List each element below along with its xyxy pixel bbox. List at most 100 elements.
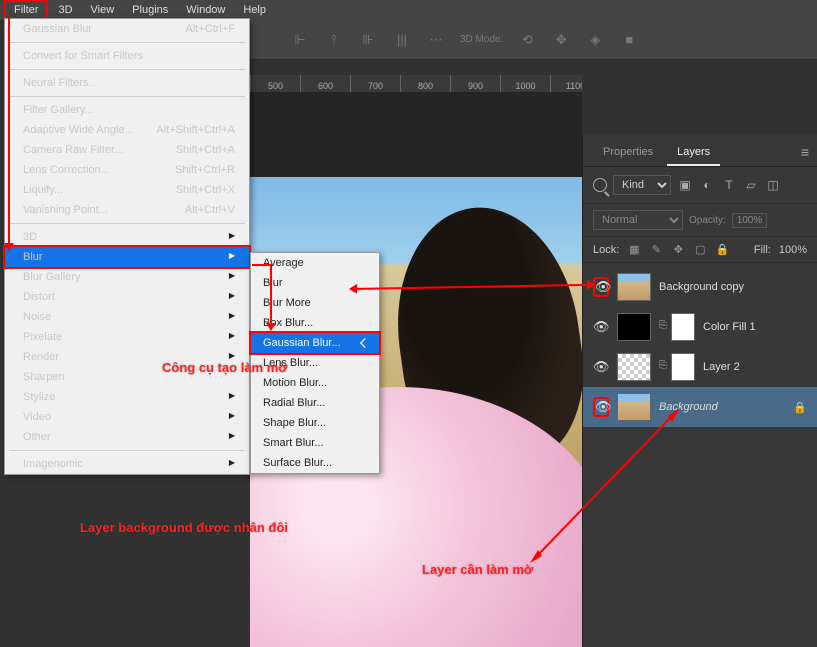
menu-pixelate-sub[interactable]: Pixelate (5, 327, 249, 347)
filter-smart-icon[interactable]: ◫ (765, 177, 781, 193)
menu-3d[interactable]: 3D (50, 2, 80, 18)
filter-kind-select[interactable]: Kind (613, 175, 671, 195)
blend-mode-select[interactable]: Normal (593, 210, 683, 230)
align-left-icon[interactable]: ⊩ (290, 32, 310, 48)
layer-thumbnail[interactable] (617, 353, 651, 381)
menu-3d-sub[interactable]: 3D (5, 227, 249, 247)
search-icon (593, 178, 607, 192)
layer-thumbnail[interactable] (617, 273, 651, 301)
lock-pixels-icon[interactable]: ✎ (649, 243, 663, 256)
menu-blur-sub[interactable]: Blur (3, 245, 251, 269)
layer-mask[interactable] (671, 313, 695, 341)
ruler-tick: 600 (300, 75, 350, 92)
layers-list: 👁 Background copy 👁 ⎘ Color Fill 1 👁 ⎘ L… (583, 263, 817, 431)
blur-shape[interactable]: Shape Blur... (251, 413, 379, 433)
blur-surface[interactable]: Surface Blur... (251, 453, 379, 473)
annotation-arrow (530, 408, 680, 563)
ruler-tick: 900 (450, 75, 500, 92)
filter-shape-icon[interactable]: ▱ (743, 177, 759, 193)
annotation-arrow (8, 18, 10, 250)
menu-stylize-sub[interactable]: Stylize (5, 387, 249, 407)
tab-layers[interactable]: Layers (667, 140, 720, 166)
lock-position-icon[interactable]: ✥ (671, 243, 685, 256)
layer-thumbnail[interactable] (617, 313, 651, 341)
separator (9, 42, 245, 43)
link-icon: ⎘ (659, 360, 667, 374)
lock-icon: 🔒 (793, 401, 807, 414)
distribute-icon[interactable]: ||| (392, 32, 412, 48)
filter-type-icon[interactable]: T (721, 177, 737, 193)
tab-properties[interactable]: Properties (593, 140, 663, 166)
menu-imagenomic-sub[interactable]: Imagenomic (5, 454, 249, 474)
visibility-toggle[interactable]: 👁 (593, 359, 609, 375)
options-bar: ⊩ ⫯ ⊪ ||| ⋯ 3D Mode: ⟲ ✥ ◈ ■ (250, 20, 817, 60)
annotation-arrow (252, 264, 272, 266)
menu-plugins[interactable]: Plugins (124, 2, 176, 18)
more-icon[interactable]: ⋯ (426, 32, 446, 48)
link-icon: ⎘ (659, 320, 667, 334)
dolly-icon[interactable]: ◈ (585, 32, 605, 48)
align-right-icon[interactable]: ⊪ (358, 32, 378, 48)
layer-mask[interactable] (671, 353, 695, 381)
filter-adjust-icon[interactable]: ◐ (699, 177, 715, 193)
layer-row[interactable]: 👁 ⎘ Color Fill 1 (583, 307, 817, 347)
layers-panel: Properties Layers ≡ Kind ▣ ◐ T ▱ ◫ Norma… (582, 134, 817, 647)
opacity-value[interactable]: 100% (732, 213, 768, 228)
filter-menu-dropdown: Gaussian BlurAlt+Ctrl+F Convert for Smar… (4, 18, 250, 475)
lock-artboard-icon[interactable]: ▢ (693, 243, 707, 256)
lock-icon[interactable]: 🔒 (715, 243, 729, 256)
annotation-tool-label: Công cụ tạo làm mờ (162, 360, 288, 375)
menu-convert-smart[interactable]: Convert for Smart Filters (5, 46, 249, 66)
menubar: Filter 3D View Plugins Window Help (0, 0, 817, 20)
layer-row[interactable]: 👁 Background copy (583, 267, 817, 307)
visibility-toggle[interactable]: 👁 (593, 319, 609, 335)
panel-menu-icon[interactable]: ≡ (801, 144, 809, 160)
lock-label: Lock: (593, 244, 619, 256)
ruler-tick: 800 (400, 75, 450, 92)
pan-icon[interactable]: ✥ (551, 32, 571, 48)
ruler: 500 600 700 800 900 1000 1100 1200 1300 … (250, 75, 582, 93)
separator (9, 450, 245, 451)
menu-lens-correction[interactable]: Lens Correction...Shift+Ctrl+R (5, 160, 249, 180)
orbit-icon[interactable]: ⟲ (517, 32, 537, 48)
opacity-label: Opacity: (689, 215, 726, 226)
blur-radial[interactable]: Radial Blur... (251, 393, 379, 413)
ruler-tick: 1100 (550, 75, 582, 92)
lock-row: Lock: ▦ ✎ ✥ ▢ 🔒 Fill: 100% (583, 237, 817, 263)
menu-window[interactable]: Window (178, 2, 233, 18)
lock-all-icon[interactable]: ▦ (627, 243, 641, 256)
menu-last-filter[interactable]: Gaussian BlurAlt+Ctrl+F (5, 19, 249, 39)
menu-filter[interactable]: Filter (4, 0, 48, 20)
ruler-tick: 500 (250, 75, 300, 92)
fill-value[interactable]: 100% (779, 244, 807, 256)
menu-vanishing-point[interactable]: Vanishing Point...Alt+Ctrl+V (5, 200, 249, 220)
3d-mode-label: 3D Mode: (460, 32, 503, 48)
annotation-arrow (270, 264, 272, 330)
filter-pixel-icon[interactable]: ▣ (677, 177, 693, 193)
menu-neural-filters[interactable]: Neural Filters... (5, 73, 249, 93)
menu-distort-sub[interactable]: Distort (5, 287, 249, 307)
camera-icon[interactable]: ■ (619, 32, 639, 48)
menu-camera-raw[interactable]: Camera Raw Filter...Shift+Ctrl+A (5, 140, 249, 160)
menu-blur-gallery-sub[interactable]: Blur Gallery (5, 267, 249, 287)
layer-name[interactable]: Layer 2 (703, 361, 807, 373)
blur-motion[interactable]: Motion Blur... (251, 373, 379, 393)
menu-other-sub[interactable]: Other (5, 427, 249, 447)
align-center-icon[interactable]: ⫯ (324, 32, 344, 48)
layer-row[interactable]: 👁 ⎘ Layer 2 (583, 347, 817, 387)
menu-help[interactable]: Help (235, 2, 274, 18)
ruler-tick: 700 (350, 75, 400, 92)
annotation-target-label: Layer cần làm mờ (422, 562, 533, 577)
menu-filter-gallery[interactable]: Filter Gallery... (5, 100, 249, 120)
menu-view[interactable]: View (83, 2, 123, 18)
menu-noise-sub[interactable]: Noise (5, 307, 249, 327)
menu-liquify[interactable]: Liquify...Shift+Ctrl+X (5, 180, 249, 200)
layer-name[interactable]: Color Fill 1 (703, 321, 807, 333)
menu-adaptive-wide-angle[interactable]: Adaptive Wide Angle...Alt+Shift+Ctrl+A (5, 120, 249, 140)
layer-filter-row: Kind ▣ ◐ T ▱ ◫ (583, 167, 817, 204)
separator (9, 69, 245, 70)
layer-name[interactable]: Background copy (659, 281, 807, 293)
menu-video-sub[interactable]: Video (5, 407, 249, 427)
blur-smart[interactable]: Smart Blur... (251, 433, 379, 453)
ruler-tick: 1000 (500, 75, 550, 92)
